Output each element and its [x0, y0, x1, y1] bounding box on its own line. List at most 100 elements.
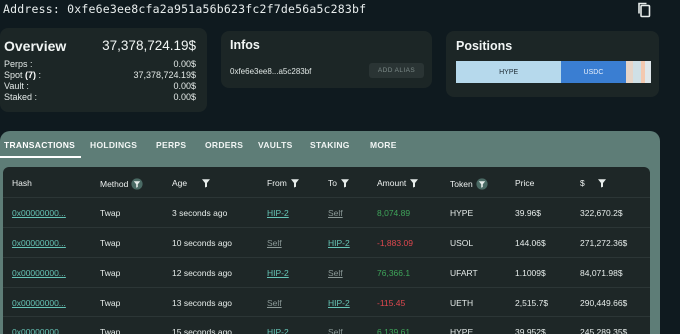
- age-cell: 13 seconds ago: [172, 298, 233, 308]
- to-link[interactable]: HIP-2: [328, 298, 350, 308]
- tab-transactions[interactable]: TRANSACTIONS: [4, 140, 75, 150]
- add-alias-button[interactable]: ADD ALIAS: [369, 63, 424, 78]
- filter-active-icon[interactable]: [476, 178, 488, 190]
- usd-cell: 271,272.36$: [580, 238, 628, 248]
- header-token: Token: [450, 178, 488, 190]
- tab-more[interactable]: MORE: [370, 140, 397, 150]
- spot-count: (7): [25, 70, 37, 80]
- filter-icon[interactable]: [409, 178, 419, 188]
- token-cell: HYPE: [450, 327, 474, 334]
- infos-card: Infos 0xfe6e3ee8...a5c283bf ADD ALIAS: [221, 31, 432, 88]
- header-amount: Amount: [377, 178, 419, 188]
- token-cell: UETH: [450, 298, 474, 308]
- position-segment[interactable]: [645, 61, 651, 83]
- overview-value: 37,378,724.19$: [133, 70, 196, 80]
- header-to: To: [328, 178, 350, 188]
- row-divider: [3, 227, 650, 228]
- overview-value: 0.00$: [173, 81, 196, 91]
- header-label: Method: [100, 179, 129, 189]
- overview-label-text: Spot: [4, 70, 26, 80]
- age-cell: 15 seconds ago: [172, 327, 233, 334]
- header-price: Price: [515, 178, 534, 188]
- usd-cell: 84,071.98$: [580, 268, 623, 278]
- usd-cell: 245,289.35$: [580, 327, 628, 334]
- position-segment[interactable]: [625, 61, 634, 83]
- header-age: Age: [172, 178, 211, 188]
- price-cell: 39.952$: [515, 327, 546, 334]
- header-label: Age: [172, 178, 188, 188]
- overview-card: Overview 37,378,724.19$ Perps : 0.00$ Sp…: [0, 28, 207, 112]
- header-method: Method: [100, 178, 143, 190]
- header-usd: $: [580, 178, 607, 188]
- positions-bar[interactable]: HYPE USDC: [456, 61, 651, 83]
- row-divider: [3, 257, 650, 258]
- usd-cell: 322,670.2$: [580, 208, 623, 218]
- filter-icon[interactable]: [597, 178, 607, 188]
- infos-address: 0xfe6e3ee8...a5c283bf: [230, 67, 312, 76]
- to-link[interactable]: Self: [328, 327, 343, 334]
- from-link[interactable]: HIP-2: [267, 208, 289, 218]
- header-label: From: [267, 178, 287, 188]
- header-label: $: [580, 178, 585, 188]
- overview-value: 0.00$: [173, 59, 196, 69]
- hash-link[interactable]: 0x00000000...: [12, 208, 66, 218]
- from-link[interactable]: HIP-2: [267, 268, 289, 278]
- overview-value: 0.00$: [173, 92, 196, 102]
- position-segment[interactable]: USDC: [561, 61, 626, 83]
- method-cell: Twap: [100, 208, 121, 218]
- filter-icon[interactable]: [290, 178, 300, 188]
- tab-staking[interactable]: STAKING: [310, 140, 350, 150]
- position-segment[interactable]: HYPE: [456, 61, 562, 83]
- overview-label: Spot (7) :: [4, 70, 41, 80]
- to-link[interactable]: HIP-2: [328, 238, 350, 248]
- usd-cell: 290,449.66$: [580, 298, 628, 308]
- header-label: Price: [515, 178, 535, 188]
- overview-title: Overview: [4, 38, 67, 54]
- filter-icon[interactable]: [201, 178, 211, 188]
- from-link[interactable]: Self: [267, 238, 282, 248]
- price-cell: 1.1009$: [515, 268, 546, 278]
- method-cell: Twap: [100, 238, 121, 248]
- overview-label: Perps :: [4, 59, 33, 69]
- infos-title: Infos: [230, 38, 260, 52]
- tab-perps[interactable]: PERPS: [156, 140, 186, 150]
- filter-active-icon[interactable]: [131, 178, 143, 190]
- transactions-table: [3, 167, 650, 334]
- header-label: Amount: [377, 178, 407, 188]
- row-divider: [3, 197, 650, 198]
- row-divider: [3, 316, 650, 317]
- amount-cell: 6,139.61: [377, 327, 411, 334]
- hash-link[interactable]: 0x00000000...: [12, 238, 66, 248]
- hash-link[interactable]: 0x00000000...: [12, 298, 66, 308]
- age-cell: 3 seconds ago: [172, 208, 228, 218]
- copy-icon[interactable]: [636, 1, 652, 19]
- tab-holdings[interactable]: HOLDINGS: [90, 140, 137, 150]
- token-cell: USOL: [450, 238, 474, 248]
- hash-link[interactable]: 0x00000000...: [12, 327, 66, 334]
- token-cell: HYPE: [450, 208, 474, 218]
- from-link[interactable]: HIP-2: [267, 327, 289, 334]
- amount-cell: 76,366.1: [377, 268, 411, 278]
- positions-title: Positions: [456, 39, 513, 53]
- position-segment[interactable]: [633, 61, 642, 83]
- amount-cell: -115.45: [377, 298, 406, 308]
- token-cell: UFART: [450, 268, 478, 278]
- hash-link[interactable]: 0x00000000...: [12, 268, 66, 278]
- overview-total: 37,378,724.19$: [102, 38, 196, 53]
- overview-label: Vault :: [4, 81, 29, 91]
- price-cell: 144.06$: [515, 238, 546, 248]
- tab-orders[interactable]: ORDERS: [205, 140, 243, 150]
- header-from: From: [267, 178, 300, 188]
- filter-icon[interactable]: [340, 178, 350, 188]
- price-cell: 39.96$: [515, 208, 541, 218]
- header-label: Hash: [12, 178, 32, 188]
- overview-label: Staked :: [4, 92, 38, 102]
- to-link[interactable]: Self: [328, 268, 343, 278]
- overview-label-suffix: :: [36, 70, 42, 80]
- tab-vaults[interactable]: VAULTS: [258, 140, 293, 150]
- header-label: To: [328, 178, 337, 188]
- top-bar: Address: 0xfe6e3ee8cfa2a951a56b623fc2f7d…: [0, 0, 680, 20]
- method-cell: Twap: [100, 268, 121, 278]
- to-link[interactable]: Self: [328, 208, 343, 218]
- from-link[interactable]: Self: [267, 298, 282, 308]
